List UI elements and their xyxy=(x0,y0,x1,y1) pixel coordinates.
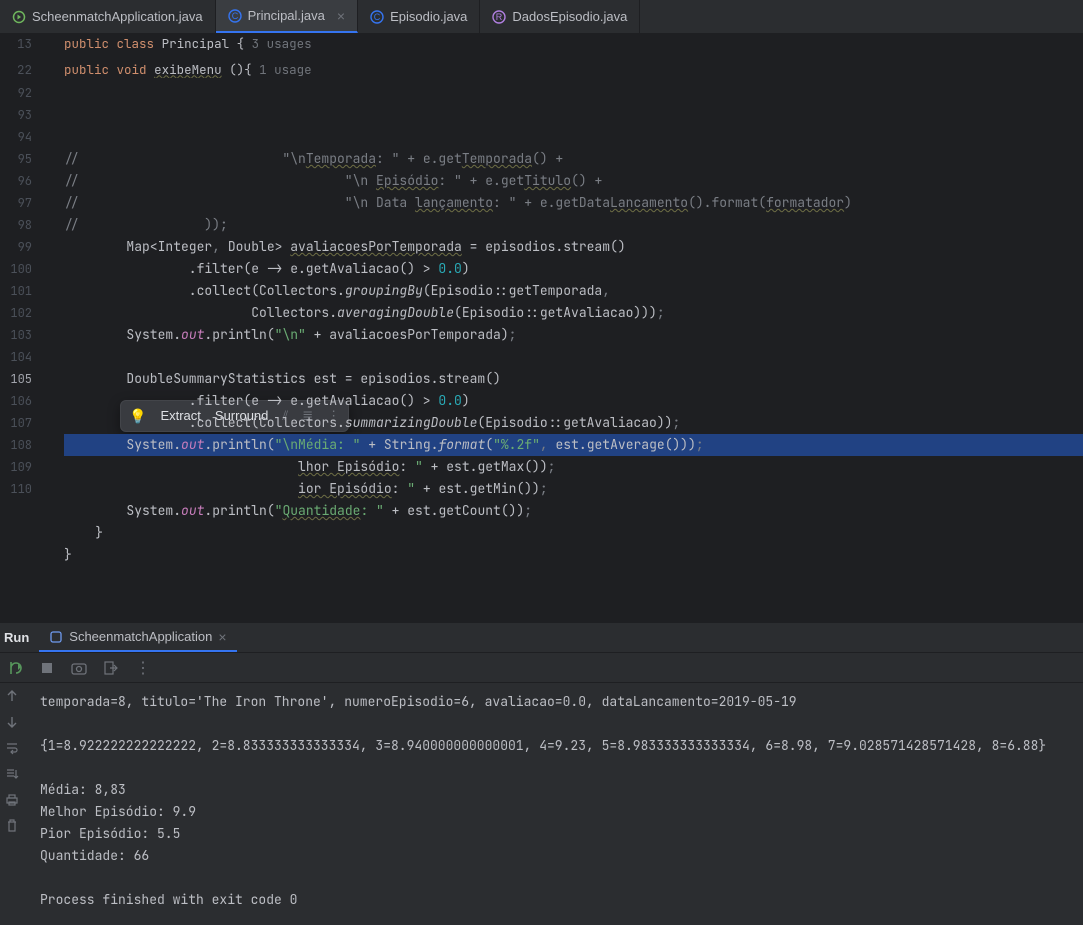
app-icon xyxy=(49,630,63,644)
tab-label: ScheenmatchApplication.java xyxy=(32,9,203,24)
tab-principal[interactable]: C Principal.java × xyxy=(216,0,359,33)
line-number: 98 xyxy=(0,214,48,236)
rerun-icon[interactable] xyxy=(6,659,24,677)
camera-icon[interactable] xyxy=(70,659,88,677)
code-line[interactable]: // )); xyxy=(64,214,1083,236)
svg-text:C: C xyxy=(374,12,381,22)
code-line[interactable]: DoubleSummaryStatistics est = episodios.… xyxy=(64,368,1083,390)
print-icon[interactable] xyxy=(5,793,23,811)
code-line[interactable]: Collectors.averagingDouble(Episodio::get… xyxy=(64,302,1083,324)
code-line[interactable]: // "\nTemporada: " + e.getTemporada() + xyxy=(64,148,1083,170)
line-number: 97 xyxy=(0,192,48,214)
run-tool-tabs: Run ScheenmatchApplication × xyxy=(0,623,1083,653)
usages-hint[interactable]: 1 usage xyxy=(259,61,312,78)
usages-hint[interactable]: 3 usages xyxy=(252,35,312,52)
line-number: 105 xyxy=(0,368,48,390)
line-number: 102 xyxy=(0,302,48,324)
line-number: 96 xyxy=(0,170,48,192)
svg-text:R: R xyxy=(496,12,503,22)
code-line[interactable]: Map<Integer, Double> avaliacoesPorTempor… xyxy=(64,236,1083,258)
stop-icon[interactable] xyxy=(38,659,56,677)
breadcrumb: 13 public class Principal { 3 usages 22 … xyxy=(0,34,1083,78)
trash-icon[interactable] xyxy=(5,819,23,837)
code-line[interactable]: System.out.println("\nMédia: " + String.… xyxy=(64,434,1083,456)
code-line[interactable]: System.out.println("\n" + avaliacoesPorT… xyxy=(64,324,1083,346)
code-line[interactable]: .filter(e -> e.getAvaliacao() > 0.0) xyxy=(64,258,1083,280)
down-icon[interactable] xyxy=(5,715,23,733)
code-line[interactable]: .filter(e -> e.getAvaliacao() > 0.0) xyxy=(64,390,1083,412)
code-editor[interactable]: 9293949596979899100101102103104105106107… xyxy=(0,78,1083,622)
run-config-label: ScheenmatchApplication xyxy=(69,629,212,644)
run-toolbar: ⋮ xyxy=(0,653,1083,683)
gutter: 9293949596979899100101102103104105106107… xyxy=(0,78,48,622)
code-line[interactable]: } xyxy=(64,544,1083,566)
tab-dadosepisodio[interactable]: R DadosEpisodio.java xyxy=(480,0,640,33)
class-icon: C xyxy=(370,10,384,24)
tab-episodio[interactable]: C Episodio.java xyxy=(358,0,480,33)
line-number: 99 xyxy=(0,236,48,258)
run-config-tab[interactable]: ScheenmatchApplication × xyxy=(39,623,236,652)
line-number: 103 xyxy=(0,324,48,346)
code-line[interactable]: System.out.println("Quantidade: " + est.… xyxy=(64,500,1083,522)
keyword-class: class xyxy=(117,35,155,52)
tab-label: Principal.java xyxy=(248,8,325,23)
run-side-toolbar xyxy=(0,683,28,925)
line-number: 104 xyxy=(0,346,48,368)
svg-text:C: C xyxy=(231,11,238,21)
line-number: 107 xyxy=(0,412,48,434)
line-number: 13 xyxy=(0,35,48,52)
run-title[interactable]: Run xyxy=(4,630,29,645)
method-name: exibeMenu xyxy=(154,61,222,78)
code-line[interactable]: // "\n Data lançamento: " + e.getDataLan… xyxy=(64,192,1083,214)
class-name: Principal xyxy=(162,35,230,52)
line-number: 108 xyxy=(0,434,48,456)
console-output[interactable]: temporada=8, titulo='The Iron Throne', n… xyxy=(28,683,1083,925)
tab-label: Episodio.java xyxy=(390,9,467,24)
run-icon xyxy=(12,10,26,24)
run-panel: Run ScheenmatchApplication × ⋮ temporada… xyxy=(0,622,1083,925)
code-line[interactable]: .collect(Collectors.summarizingDouble(Ep… xyxy=(64,412,1083,434)
tab-label: DadosEpisodio.java xyxy=(512,9,627,24)
line-number: 110 xyxy=(0,478,48,500)
keyword-void: void xyxy=(117,61,147,78)
code-line[interactable]: ior Episódio: " + est.getMin()); xyxy=(64,478,1083,500)
line-number: 101 xyxy=(0,280,48,302)
code-line[interactable]: lhor Episódio: " + est.getMax()); xyxy=(64,456,1083,478)
exit-icon[interactable] xyxy=(102,659,120,677)
record-icon: R xyxy=(492,10,506,24)
editor-tabs: ScheenmatchApplication.java C Principal.… xyxy=(0,0,1083,34)
line-number: 93 xyxy=(0,104,48,126)
close-icon[interactable]: × xyxy=(218,629,226,645)
code-line[interactable]: .collect(Collectors.groupingBy(Episodio:… xyxy=(64,280,1083,302)
close-icon[interactable]: × xyxy=(337,8,345,24)
up-icon[interactable] xyxy=(5,689,23,707)
code-line[interactable] xyxy=(64,346,1083,368)
scroll-icon[interactable] xyxy=(5,767,23,785)
keyword-public: public xyxy=(64,61,109,78)
line-number: 92 xyxy=(0,82,48,104)
line-number: 100 xyxy=(0,258,48,280)
line-number: 22 xyxy=(0,61,48,78)
more-icon[interactable]: ⋮ xyxy=(134,659,152,677)
class-icon: C xyxy=(228,9,242,23)
soft-wrap-icon[interactable] xyxy=(5,741,23,759)
code-line[interactable]: // "\n Episódio: " + e.getTitulo() + xyxy=(64,170,1083,192)
tab-scheenmatch[interactable]: ScheenmatchApplication.java xyxy=(0,0,216,33)
line-number: 94 xyxy=(0,126,48,148)
line-number: 95 xyxy=(0,148,48,170)
code-area[interactable]: 💡 Extract Surround ⫽ ≣ ⋮ // "\nTemporada… xyxy=(48,78,1083,622)
line-number: 106 xyxy=(0,390,48,412)
keyword-public: public xyxy=(64,35,109,52)
code-line[interactable]: } xyxy=(64,522,1083,544)
line-number: 109 xyxy=(0,456,48,478)
